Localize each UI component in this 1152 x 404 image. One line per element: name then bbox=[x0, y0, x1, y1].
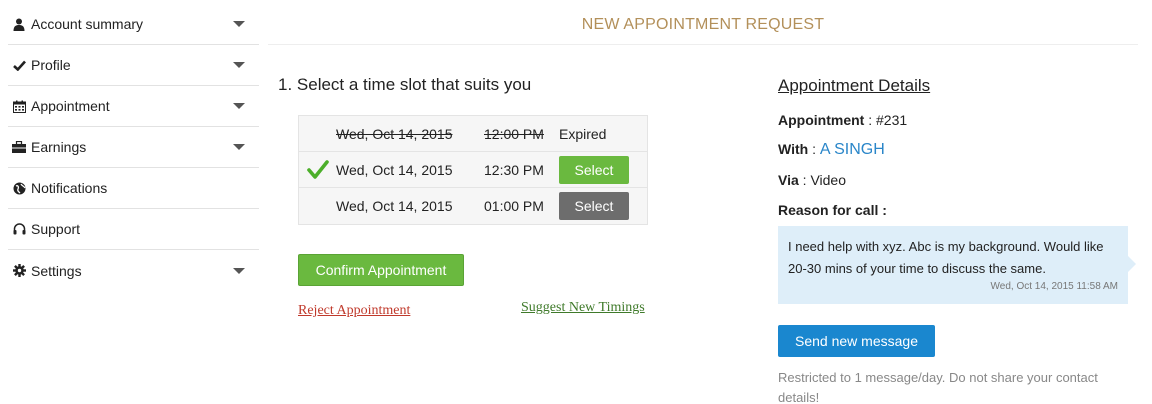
via-label: Via bbox=[778, 172, 799, 188]
slot-date: Wed, Oct 14, 2015 bbox=[336, 125, 453, 142]
slot-time: 12:30 PM bbox=[484, 161, 544, 178]
sidebar-item-earnings[interactable]: Earnings bbox=[8, 127, 259, 168]
appointment-number-row: Appointment : #231 bbox=[778, 112, 908, 128]
headphones-icon bbox=[12, 222, 26, 236]
slot-status-expired: Expired bbox=[559, 125, 607, 142]
step-heading: 1. Select a time slot that suits you bbox=[278, 75, 532, 94]
message-text: I need help with xyz. Abc is my backgrou… bbox=[788, 239, 1104, 276]
briefcase-icon bbox=[12, 140, 26, 154]
chevron-down-icon[interactable] bbox=[233, 103, 245, 109]
gear-icon bbox=[12, 264, 26, 278]
sidebar-item-label: Profile bbox=[31, 57, 71, 73]
chevron-down-icon[interactable] bbox=[233, 21, 245, 27]
user-icon bbox=[12, 17, 26, 31]
reason-label: Reason for call : bbox=[778, 202, 887, 218]
message-timestamp: Wed, Oct 14, 2015 11:58 AM bbox=[990, 281, 1119, 292]
sidebar-item-notifications[interactable]: Notifications bbox=[8, 168, 259, 209]
message-restriction-note: Restricted to 1 message/day. Do not shar… bbox=[778, 370, 1098, 404]
sidebar-item-label: Support bbox=[31, 221, 81, 237]
slot-date: Wed, Oct 14, 2015 bbox=[336, 161, 453, 178]
sidebar-item-label: Earnings bbox=[31, 139, 87, 155]
check-icon bbox=[12, 58, 26, 72]
suggest-new-timings-link[interactable]: Suggest New Timings bbox=[521, 300, 645, 316]
reason-row: Reason for call : bbox=[778, 202, 887, 218]
selected-check-icon bbox=[307, 160, 329, 180]
via-row: Via : Video bbox=[778, 172, 846, 188]
sidebar-item-label: Settings bbox=[31, 262, 82, 279]
confirm-appointment-button[interactable]: Confirm Appointment bbox=[298, 254, 464, 286]
slot-date: Wed, Oct 14, 2015 bbox=[336, 198, 453, 214]
time-slot-row-selected[interactable]: Wed, Oct 14, 2015 12:30 PM Select bbox=[299, 152, 647, 188]
sidebar-item-settings[interactable]: Settings bbox=[8, 250, 259, 291]
chevron-down-icon[interactable] bbox=[233, 62, 245, 68]
globe-icon bbox=[12, 181, 26, 195]
sidebar-item-support[interactable]: Support bbox=[8, 209, 259, 250]
slot-time: 01:00 PM bbox=[484, 198, 544, 214]
sidebar-item-appointment[interactable]: Appointment bbox=[8, 86, 259, 127]
chevron-down-icon[interactable] bbox=[233, 267, 245, 274]
send-new-message-button[interactable]: Send new message bbox=[778, 325, 935, 357]
sidebar-item-label: Account summary bbox=[31, 16, 144, 32]
sidebar: Account summary Profile Appointment Earn… bbox=[8, 4, 259, 291]
chevron-down-icon[interactable] bbox=[233, 144, 245, 150]
appointment-label: Appointment bbox=[778, 112, 865, 128]
with-label: With bbox=[778, 141, 809, 157]
sidebar-item-label: Appointment bbox=[31, 98, 110, 114]
via-value: Video bbox=[810, 172, 846, 188]
slot-time: 12:00 PM bbox=[484, 125, 544, 142]
time-slot-table: Wed, Oct 14, 2015 12:00 PM Expired Wed, … bbox=[298, 115, 648, 225]
appointment-number: #231 bbox=[876, 112, 908, 128]
time-slot-row[interactable]: Wed, Oct 14, 2015 01:00 PM Select bbox=[299, 188, 647, 224]
message-bubble: I need help with xyz. Abc is my backgrou… bbox=[778, 226, 1136, 304]
sidebar-item-label: Notifications bbox=[31, 180, 108, 196]
with-row: With : A SINGH bbox=[778, 141, 885, 158]
details-heading: Appointment Details bbox=[778, 76, 931, 95]
calendar-icon bbox=[12, 99, 26, 113]
select-slot-button[interactable]: Select bbox=[559, 156, 629, 184]
select-slot-button[interactable]: Select bbox=[559, 192, 629, 220]
divider bbox=[268, 44, 1138, 45]
client-name-link[interactable]: A SINGH bbox=[820, 141, 885, 158]
reject-appointment-link[interactable]: Reject Appointment bbox=[298, 303, 410, 319]
page-title: NEW APPOINTMENT REQUEST bbox=[581, 16, 825, 33]
sidebar-item-account-summary[interactable]: Account summary bbox=[8, 4, 259, 45]
sidebar-item-profile[interactable]: Profile bbox=[8, 45, 259, 86]
time-slot-row-expired: Wed, Oct 14, 2015 12:00 PM Expired bbox=[299, 116, 647, 152]
